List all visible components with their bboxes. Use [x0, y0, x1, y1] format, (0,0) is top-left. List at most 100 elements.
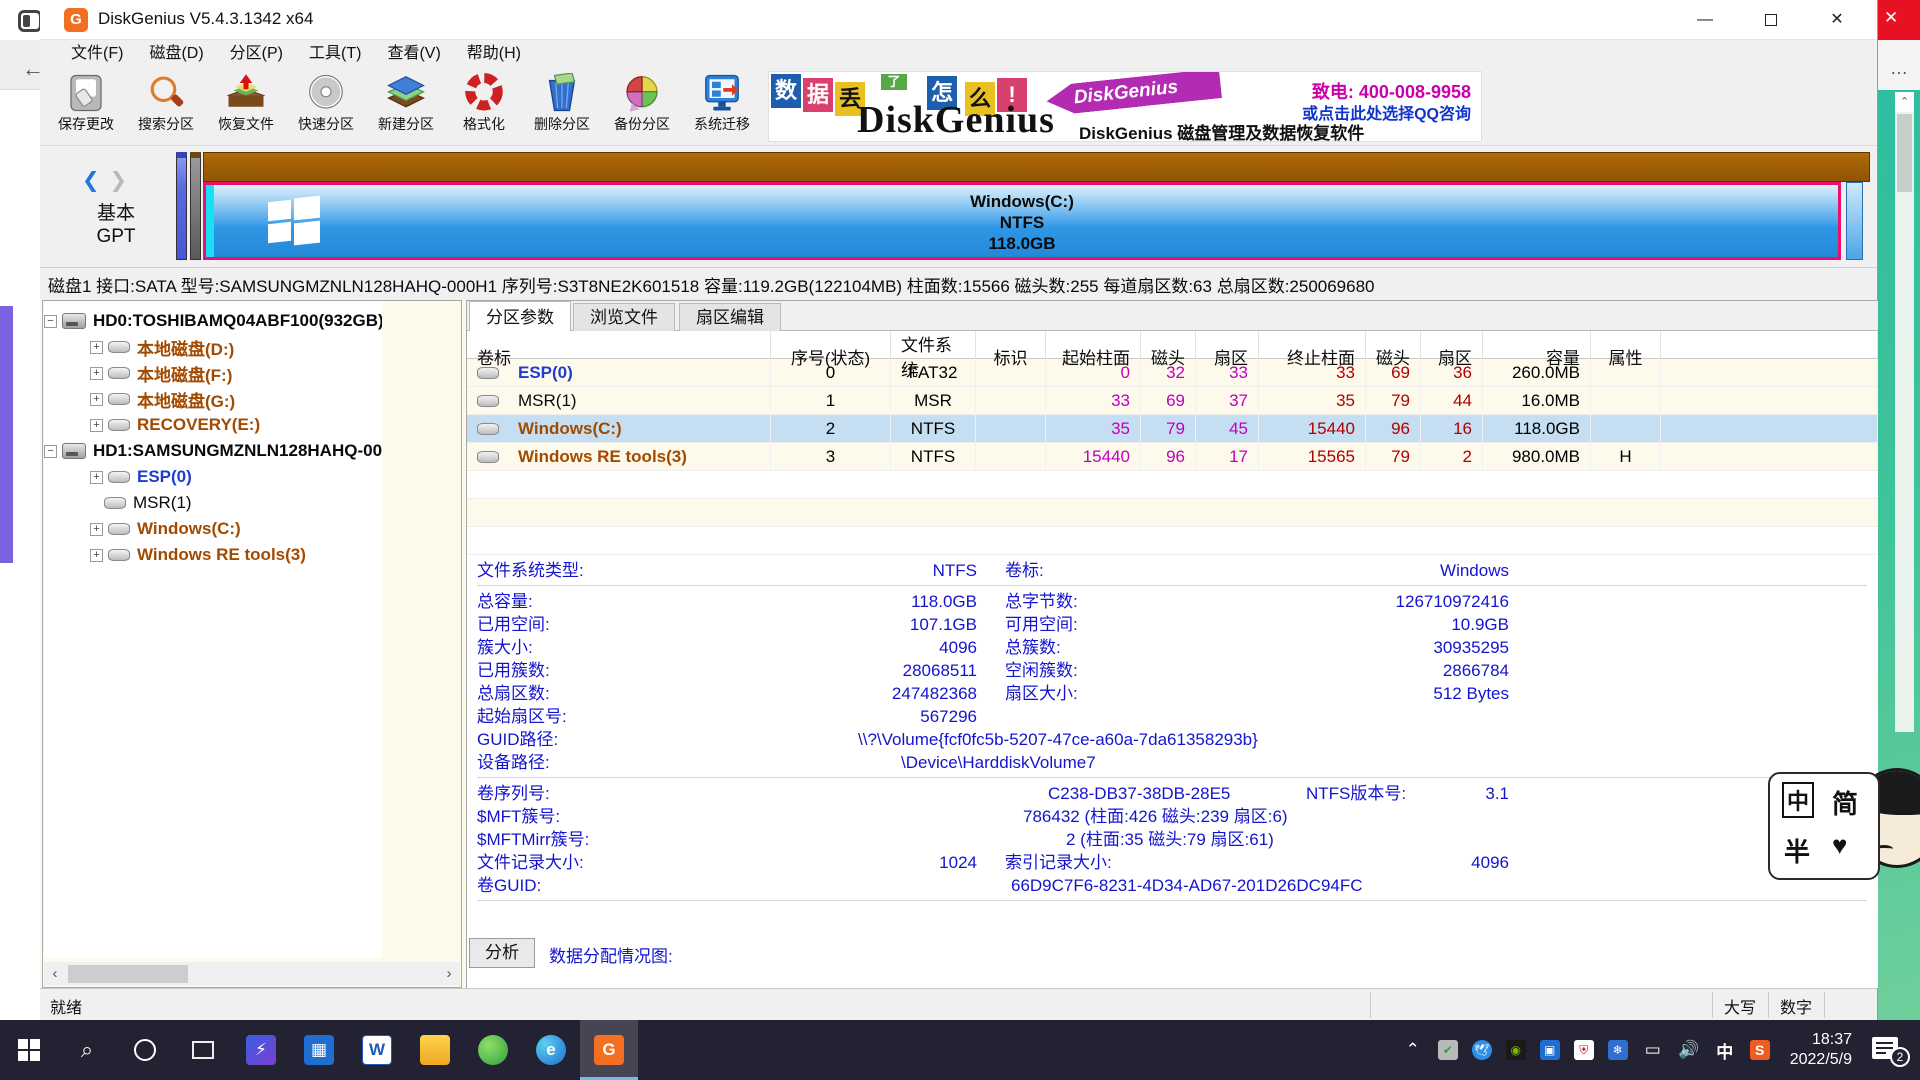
- collapse-icon[interactable]: −: [44, 315, 57, 328]
- ime-mode-halfwidth[interactable]: 半: [1784, 832, 1810, 869]
- cortana-button[interactable]: [116, 1020, 174, 1080]
- taskbar-word[interactable]: W: [348, 1020, 406, 1080]
- window-title: DiskGenius V5.4.3.1342 x64: [98, 9, 313, 29]
- status-bar: 就绪 大写 数字: [40, 988, 1877, 1020]
- tray-chevron-up-icon[interactable]: ⌃: [1402, 1039, 1424, 1061]
- start-button[interactable]: [0, 1020, 58, 1080]
- tray-defender-shield-icon[interactable]: ⛨: [1574, 1040, 1594, 1060]
- disk-icon: [62, 443, 86, 459]
- maximize-button[interactable]: [1746, 0, 1796, 40]
- partition-strip-msr[interactable]: [190, 152, 201, 260]
- tray-sogou-icon[interactable]: S: [1750, 1040, 1770, 1060]
- divider: [1768, 992, 1769, 1018]
- menu-file[interactable]: 文件(F): [58, 40, 136, 68]
- tray-speaker-icon[interactable]: 🔊: [1678, 1039, 1700, 1061]
- task-view-button[interactable]: [174, 1020, 232, 1080]
- taskbar-search-button[interactable]: ⌕: [58, 1020, 116, 1080]
- partition-icon: [108, 393, 130, 405]
- prev-disk-arrow-icon[interactable]: ❮: [82, 169, 100, 192]
- tray-bird-app-icon[interactable]: 🕊: [1472, 1040, 1492, 1060]
- expand-icon[interactable]: +: [90, 419, 103, 432]
- taskbar-file-explorer[interactable]: [406, 1020, 464, 1080]
- ime-mode-chinese[interactable]: 中: [1782, 782, 1814, 818]
- table-row-msr[interactable]: MSR(1) 1 MSR 33 69 37 35 79 44 16.0MB: [467, 387, 1878, 415]
- backup-partition-button[interactable]: 备份分区: [604, 71, 680, 143]
- search-partition-button[interactable]: 搜索分区: [128, 71, 204, 143]
- expand-icon[interactable]: +: [90, 367, 103, 380]
- ad-banner[interactable]: 数 据 丢 了 怎 么 ! DiskGenius DiskGenius 致电: …: [768, 71, 1482, 142]
- tab-sector-edit[interactable]: 扇区编辑: [679, 303, 781, 331]
- table-row-windows-c-selected[interactable]: Windows(C:) 2 NTFS 35 79 45 15440 96 16 …: [467, 415, 1878, 443]
- background-close-button[interactable]: ✕: [1878, 0, 1920, 40]
- diskgenius-logo-icon: G: [64, 8, 88, 32]
- heart-icon[interactable]: ♥: [1832, 830, 1847, 861]
- tree-item-recovery-e[interactable]: + RECOVERY(E:): [90, 412, 382, 438]
- partition-strip-re-tools[interactable]: [1846, 182, 1863, 260]
- action-center-button[interactable]: 2: [1872, 1037, 1906, 1063]
- delete-partition-button[interactable]: 删除分区: [524, 71, 600, 143]
- partition-block-windows-c[interactable]: Windows(C:) NTFS 118.0GB: [203, 182, 1841, 260]
- ime-mode-simplified[interactable]: 简: [1832, 784, 1858, 821]
- tab-partition-params[interactable]: 分区参数: [469, 301, 571, 331]
- scroll-up-icon[interactable]: ⌃: [1895, 92, 1914, 112]
- partition-strip-esp[interactable]: [176, 152, 187, 260]
- tray-intel-graphics-icon[interactable]: ▣: [1540, 1040, 1560, 1060]
- table-row-esp[interactable]: ESP(0) 0 FAT32 0 32 33 33 69 36 260.0MB: [467, 359, 1878, 387]
- table-empty-row: [467, 471, 1878, 499]
- next-disk-arrow-icon[interactable]: ❯: [109, 169, 127, 192]
- tree-item-windows-c[interactable]: + Windows(C:): [90, 516, 382, 542]
- partition-icon: [477, 451, 499, 463]
- detail-row-mftmirr: $MFTMirr簇号: 2 (柱面:35 磁头:79 扇区:61): [467, 828, 1878, 851]
- tab-browse-files[interactable]: 浏览文件: [573, 303, 675, 331]
- menu-help[interactable]: 帮助(H): [454, 40, 534, 68]
- background-scrollbar-thumb[interactable]: [1897, 114, 1912, 192]
- tray-printer-icon[interactable]: ✔: [1438, 1040, 1458, 1060]
- save-changes-button[interactable]: 保存更改: [48, 71, 124, 143]
- expand-icon[interactable]: +: [90, 341, 103, 354]
- tray-battery-icon[interactable]: ▭: [1642, 1039, 1664, 1061]
- expand-icon[interactable]: +: [90, 393, 103, 406]
- tree-item-windows-re[interactable]: + Windows RE tools(3): [90, 542, 382, 568]
- background-more-icon[interactable]: …: [1890, 58, 1910, 79]
- menu-disk[interactable]: 磁盘(D): [136, 40, 216, 68]
- close-button[interactable]: ✕: [1812, 0, 1862, 40]
- tree-item-hd0[interactable]: − HD0:TOSHIBAMQ04ABF100(932GB): [44, 308, 382, 334]
- analyze-button[interactable]: 分析: [469, 938, 535, 968]
- divider: [1370, 992, 1371, 1018]
- system-migration-button[interactable]: 系统迁移: [684, 71, 760, 143]
- tree-horizontal-scrollbar[interactable]: ‹ ›: [44, 962, 460, 986]
- tree-item-local-f[interactable]: + 本地磁盘(F:): [90, 360, 382, 386]
- new-partition-button[interactable]: 新建分区: [368, 71, 444, 143]
- scroll-right-icon[interactable]: ›: [438, 962, 460, 986]
- tree-item-msr[interactable]: MSR(1): [104, 490, 382, 516]
- tree-item-local-d[interactable]: + 本地磁盘(D:): [90, 334, 382, 360]
- scrollbar-thumb[interactable]: [68, 965, 188, 983]
- menu-tools[interactable]: 工具(T): [296, 40, 374, 68]
- expand-icon[interactable]: +: [90, 549, 103, 562]
- ime-status-widget[interactable]: 中 简 半 ♥: [1768, 772, 1880, 880]
- taskbar-diskgenius-active[interactable]: G: [580, 1020, 638, 1080]
- minimize-button[interactable]: —: [1680, 0, 1730, 40]
- taskbar-edge[interactable]: e: [522, 1020, 580, 1080]
- table-row-windows-re[interactable]: Windows RE tools(3) 3 NTFS 15440 96 17 1…: [467, 443, 1878, 471]
- menu-view[interactable]: 查看(V): [374, 40, 453, 68]
- taskbar-app-1[interactable]: ⚡: [232, 1020, 290, 1080]
- tree-item-esp[interactable]: + ESP(0): [90, 464, 382, 490]
- tray-nvidia-icon[interactable]: ◉: [1506, 1040, 1526, 1060]
- tree-item-hd1[interactable]: − HD1:SAMSUNGMZNLN128HAHQ-000: [44, 438, 382, 464]
- taskbar-app-2[interactable]: ▦: [290, 1020, 348, 1080]
- scroll-left-icon[interactable]: ‹: [44, 962, 66, 986]
- expand-icon[interactable]: +: [90, 471, 103, 484]
- tree-item-local-g[interactable]: + 本地磁盘(G:): [90, 386, 382, 412]
- menu-partition[interactable]: 分区(P): [217, 40, 296, 68]
- collapse-icon[interactable]: −: [44, 445, 57, 458]
- expand-icon[interactable]: +: [90, 523, 103, 536]
- recover-files-button[interactable]: 恢复文件: [208, 71, 284, 143]
- quick-partition-button[interactable]: 快速分区: [288, 71, 364, 143]
- taskbar-clock[interactable]: 18:37 2022/5/9: [1784, 1030, 1858, 1070]
- divider: [477, 900, 1867, 901]
- format-button[interactable]: 格式化: [446, 71, 522, 143]
- tray-ime-indicator[interactable]: 中: [1714, 1039, 1736, 1061]
- taskbar-browser-360[interactable]: [464, 1020, 522, 1080]
- tray-snowflake-icon[interactable]: ❄: [1608, 1040, 1628, 1060]
